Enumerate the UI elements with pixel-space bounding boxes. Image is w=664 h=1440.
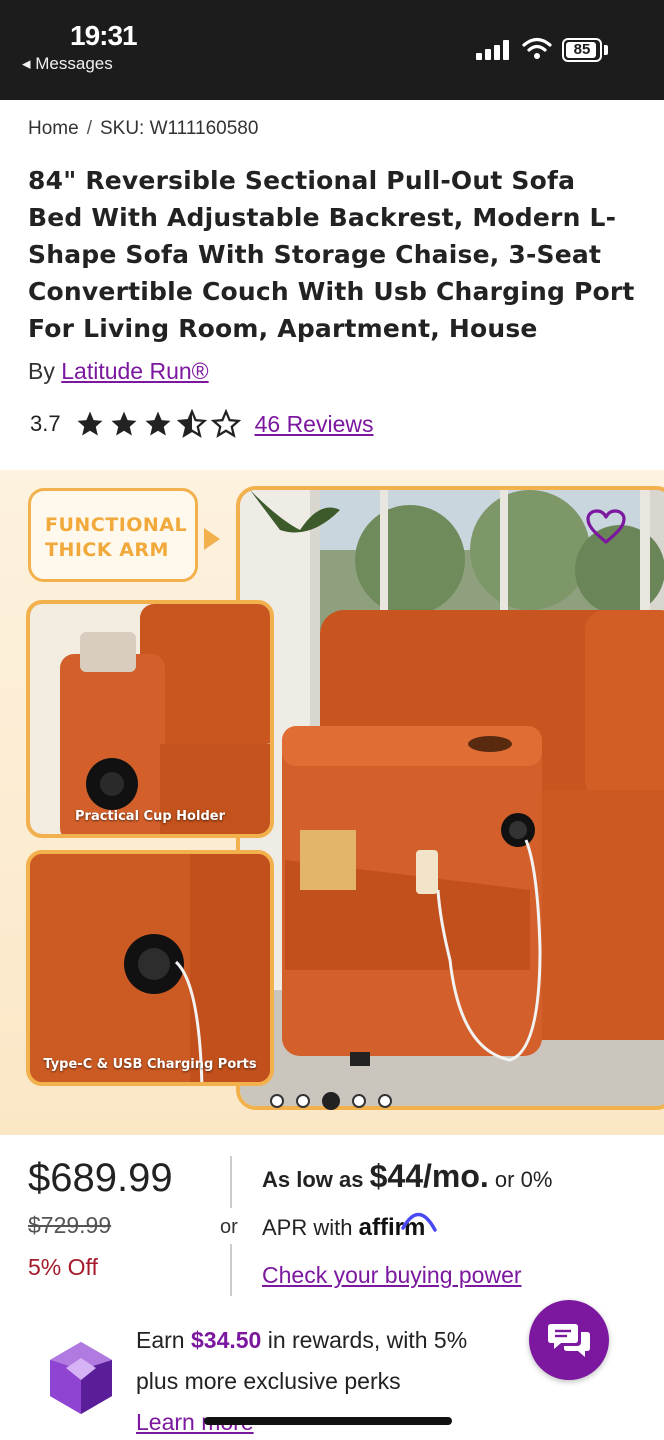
status-bar: 19:31 ◂ Messages 85 [0,0,664,100]
earn-label: Earn [136,1327,185,1353]
breadcrumb-separator: / [86,118,92,139]
star-half-icon [176,409,207,438]
zero-percent-label: or 0% [494,1167,553,1192]
current-price: $689.99 [28,1156,173,1200]
cup-holder-illustration [30,604,270,834]
star-full-icon [111,411,137,436]
as-low-as-label: As low as [262,1167,364,1192]
product-title: 84" Reversible Sectional Pull-Out Sofa B… [28,166,635,343]
monthly-price: $44/mo. [369,1158,489,1194]
breadcrumb-home-link[interactable]: Home [28,118,79,139]
charging-ports-inset: Type-C & USB Charging Ports [26,850,274,1086]
carousel-dot[interactable] [352,1094,366,1108]
battery-icon: 85 [562,38,602,62]
brand-link[interactable]: Latitude Run® [61,358,208,384]
feature-callout-text: FUNCTIONAL THICK ARM [45,514,188,561]
rating-row: 3.7 46 Reviews [30,404,373,444]
charging-ports-caption: Type-C & USB Charging Ports [43,1057,257,1072]
callout-arrow-icon [204,528,220,550]
price-divider [230,1156,232,1208]
main-product-photo[interactable] [236,486,664,1110]
carousel-dot[interactable] [378,1094,392,1108]
affirm-logo: affirm [359,1212,437,1241]
rewards-rest: in rewards, with 5% [267,1327,468,1353]
sofa-illustration [240,490,664,1106]
cup-holder-caption: Practical Cup Holder [75,809,225,824]
charging-ports-illustration [30,854,270,1082]
price-divider [230,1244,232,1296]
carousel-pagination [270,1092,392,1110]
apr-with-label: APR with [262,1215,353,1240]
discount-badge: 5% Off [28,1254,98,1280]
cellular-signal-icon [476,40,510,60]
star-full-icon [145,411,171,436]
rewards-gem-icon [50,1342,112,1414]
affirm-arc-icon [400,1212,437,1232]
rewards-line-1: Earn $34.50 in rewards, with 5% [136,1320,536,1361]
product-image-carousel[interactable]: FUNCTIONAL THICK ARM Practical Cup Holde… [0,470,664,1135]
rewards-line-2: plus more exclusive perks [136,1368,401,1394]
reviews-link[interactable]: 46 Reviews [255,411,374,438]
chat-bubbles-icon [548,1324,590,1357]
carousel-dot[interactable] [296,1094,310,1108]
check-buying-power-link[interactable]: Check your buying power [262,1262,522,1289]
breadcrumb: Home / SKU: W111160580 [28,118,258,140]
wifi-icon [522,37,552,59]
cup-holder-inset: Practical Cup Holder [26,600,274,838]
home-indicator[interactable] [204,1417,452,1425]
brand-line: By Latitude Run® [28,358,209,385]
financing-line-2: APR with affirm [262,1212,437,1242]
carousel-dot[interactable] [270,1094,284,1108]
heart-icon [586,509,626,544]
or-label: or [220,1216,238,1238]
rating-value: 3.7 [30,411,61,436]
carousel-dot-active[interactable] [322,1092,340,1110]
chat-support-button[interactable] [529,1300,609,1380]
financing-line-1: As low as $44/mo. or 0% [262,1158,552,1195]
back-to-messages-link[interactable]: ◂ Messages [22,54,113,74]
original-price: $729.99 [28,1212,112,1238]
star-full-icon [77,411,103,436]
battery-cap [604,45,608,55]
battery-level: 85 [573,41,591,58]
clock: 19:31 [70,20,138,51]
rewards-amount: $34.50 [190,1327,262,1353]
star-empty-icon [210,409,241,438]
favorite-heart-button[interactable] [568,484,644,570]
star-rating [75,409,241,439]
feature-callout: FUNCTIONAL THICK ARM [28,488,198,582]
by-label: By [28,358,55,384]
breadcrumb-sku: SKU: W111160580 [99,118,259,139]
